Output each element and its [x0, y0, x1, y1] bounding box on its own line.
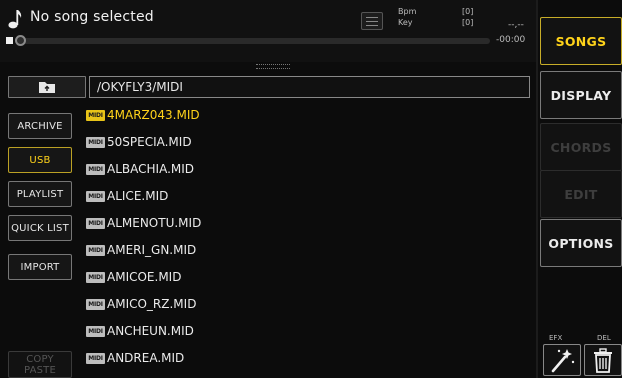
- file-row[interactable]: MIDI ALMENOTU.MID: [86, 212, 530, 234]
- file-row[interactable]: MIDI 4MARZ043.MID: [86, 104, 530, 126]
- midi-file-icon: MIDI: [86, 298, 105, 310]
- playlist-button[interactable]: PLAYLIST: [8, 181, 72, 207]
- file-row[interactable]: MIDI AMERI_GN.MID: [86, 239, 530, 261]
- import-button[interactable]: IMPORT: [8, 254, 72, 280]
- file-row[interactable]: MIDI ALICE.MID: [86, 185, 530, 207]
- resize-grip[interactable]: [256, 64, 290, 69]
- file-name: AMERI_GN.MID: [107, 243, 197, 257]
- file-name: ANDREA.MID: [107, 351, 185, 365]
- file-row[interactable]: MIDI ANDREA.MID: [86, 347, 530, 369]
- edit-button[interactable]: EDIT: [540, 170, 622, 218]
- archive-button[interactable]: ARCHIVE: [8, 113, 72, 139]
- file-name: ANCHEUN.MID: [107, 324, 194, 338]
- file-name: 50SPECIA.MID: [107, 135, 192, 149]
- file-row[interactable]: MIDI ALBACHIA.MID: [86, 158, 530, 180]
- folder-path-text: /OKYFLY3/MIDI: [97, 80, 183, 94]
- file-name: AMICOE.MID: [107, 270, 182, 284]
- midi-file-icon: MIDI: [86, 190, 105, 202]
- bpm-label: Bpm: [398, 7, 417, 16]
- file-name: ALMENOTU.MID: [107, 216, 202, 230]
- midi-file-icon: MIDI: [86, 352, 105, 364]
- efx-button[interactable]: [543, 344, 581, 376]
- magic-wand-icon: [551, 349, 575, 373]
- file-row[interactable]: MIDI AMICO_RZ.MID: [86, 293, 530, 315]
- del-label: DEL: [597, 334, 611, 342]
- progress-knob[interactable]: [15, 35, 26, 46]
- copy-paste-button[interactable]: COPY PASTE: [8, 351, 72, 378]
- key-value: [0]: [462, 18, 474, 27]
- midi-file-icon: MIDI: [86, 244, 105, 256]
- display-button[interactable]: DISPLAY: [540, 71, 622, 119]
- file-row[interactable]: MIDI 50SPECIA.MID: [86, 131, 530, 153]
- file-list: MIDI 4MARZ043.MID MIDI 50SPECIA.MID MIDI…: [86, 104, 536, 378]
- midi-file-icon: MIDI: [86, 217, 105, 229]
- midi-file-icon: MIDI: [86, 325, 105, 337]
- songs-button[interactable]: SONGS: [540, 17, 622, 65]
- options-button[interactable]: OPTIONS: [540, 219, 622, 267]
- midi-file-icon: MIDI: [86, 163, 105, 175]
- stop-icon[interactable]: [6, 37, 13, 44]
- file-name: 4MARZ043.MID: [107, 108, 200, 122]
- song-title: No song selected: [30, 9, 154, 25]
- midi-file-icon: MIDI: [86, 136, 105, 148]
- chords-button[interactable]: CHORDS: [540, 123, 622, 171]
- delete-button[interactable]: [584, 344, 622, 376]
- file-name: AMICO_RZ.MID: [107, 297, 197, 311]
- remaining-time: -00:00: [496, 35, 526, 45]
- folder-up-icon: [39, 82, 55, 93]
- file-name: ALBACHIA.MID: [107, 162, 195, 176]
- key-label: Key: [398, 18, 413, 27]
- efx-label: EFX: [549, 334, 563, 342]
- time-placeholder: --,--: [508, 20, 524, 30]
- midi-file-icon: MIDI: [86, 109, 105, 121]
- folder-up-button[interactable]: [8, 76, 86, 98]
- song-progress-bar[interactable]: [18, 38, 490, 44]
- bpm-value: [0]: [462, 7, 474, 16]
- quick-list-button[interactable]: QUICK LIST: [8, 215, 72, 241]
- usb-button[interactable]: USB: [8, 147, 72, 173]
- file-row[interactable]: MIDI AMICOE.MID: [86, 266, 530, 288]
- song-info-list-icon[interactable]: [361, 12, 383, 30]
- panel-divider: [536, 0, 538, 378]
- midi-file-icon: MIDI: [86, 271, 105, 283]
- music-note-icon: [8, 10, 22, 29]
- folder-path-field[interactable]: /OKYFLY3/MIDI: [89, 76, 530, 98]
- trash-icon: [594, 348, 612, 373]
- file-row[interactable]: MIDI ANCHEUN.MID: [86, 320, 530, 342]
- file-name: ALICE.MID: [107, 189, 169, 203]
